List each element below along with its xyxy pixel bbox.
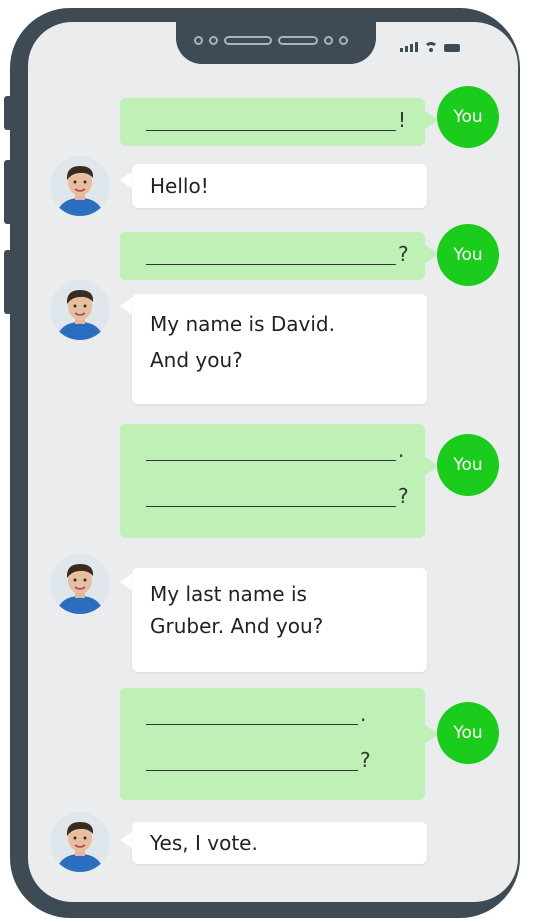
you-avatar: You [437,86,499,148]
camera-dot [339,35,348,45]
bubble-punctuation: ? [398,242,409,266]
david-avatar [50,156,110,216]
outgoing-bubble: . ? [120,688,425,800]
side-button [4,96,12,130]
bubble-tail [424,244,438,264]
bubble-punctuation: . [360,702,367,726]
incoming-bubble: Yes, I vote. [132,822,427,864]
bubble-tail [424,110,438,130]
bubble-tail [424,724,438,744]
message-text: My last name is [150,582,307,606]
you-avatar: You [437,702,499,764]
message-text: And you? [150,348,243,372]
answer-blank[interactable] [146,130,396,131]
speaker-slot [278,35,318,45]
incoming-bubble: Hello! [132,164,427,208]
you-avatar: You [437,224,499,286]
message-text: Hello! [150,174,209,198]
message-text: Gruber. And you? [150,614,324,638]
bubble-punctuation: ? [360,748,371,772]
side-button [4,250,12,314]
outgoing-bubble: . ? [120,424,425,538]
answer-blank[interactable] [146,770,358,771]
david-avatar [50,280,110,340]
bubble-punctuation: . [398,438,405,462]
answer-blank[interactable] [146,264,396,265]
answer-blank[interactable] [146,724,358,725]
outgoing-bubble: ! [120,98,425,146]
david-avatar [50,554,110,614]
sensor-dot [209,35,218,45]
incoming-bubble: My name is David. And you? [132,294,427,404]
speaker-slot [224,35,272,45]
answer-blank[interactable] [146,506,396,507]
answer-blank[interactable] [146,460,396,461]
bubble-tail [424,456,438,476]
bubble-punctuation: ? [398,484,409,508]
outgoing-bubble: ? [120,232,425,280]
david-avatar [50,812,110,872]
signal-icon [400,42,418,52]
message-text: My name is David. [150,312,335,336]
side-button [4,160,12,224]
phone-notch [176,22,376,64]
incoming-bubble: My last name is Gruber. And you? [132,568,427,672]
you-avatar: You [437,434,499,496]
sensor-dot [324,35,333,45]
sensor-dot [194,35,203,45]
status-bar [400,42,460,52]
message-text: Yes, I vote. [150,831,258,855]
wifi-icon [424,42,438,52]
bubble-punctuation: ! [398,108,407,132]
battery-icon [444,44,460,52]
